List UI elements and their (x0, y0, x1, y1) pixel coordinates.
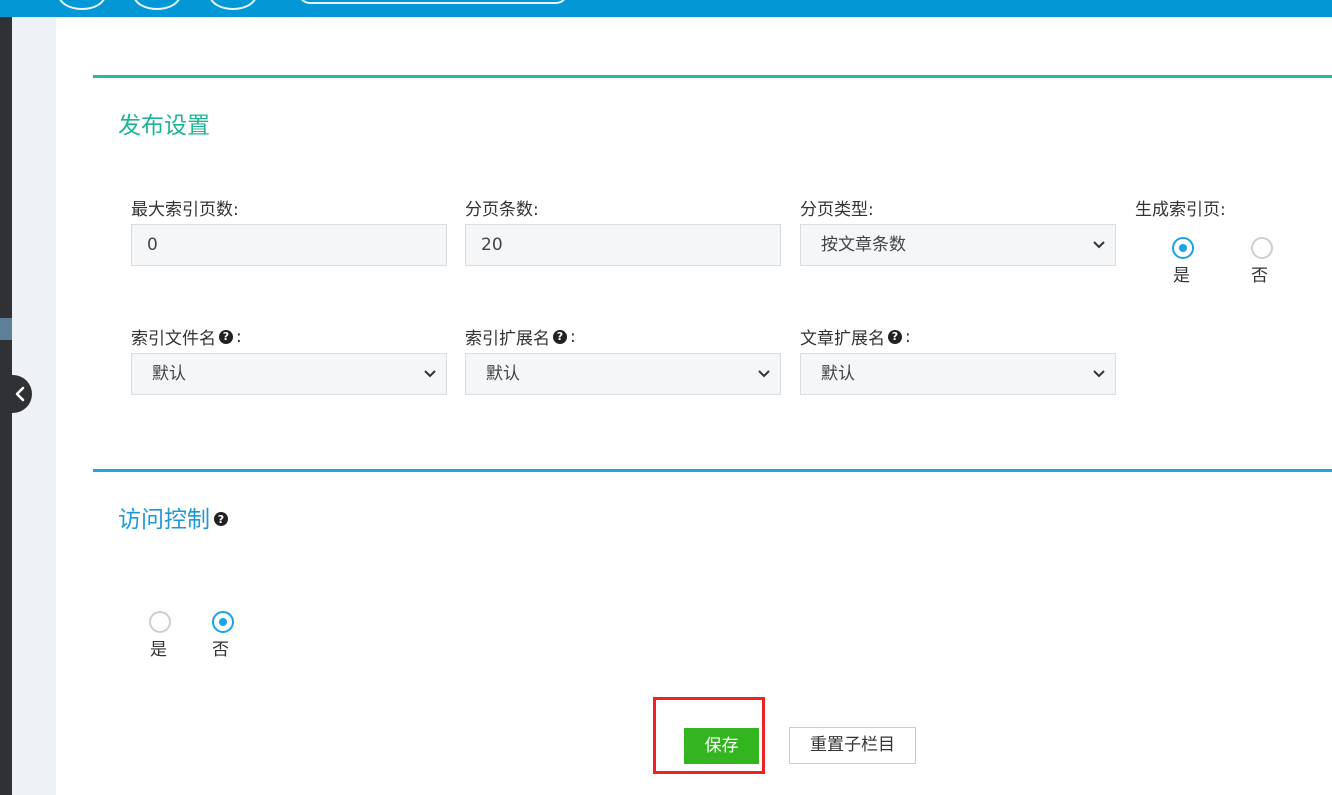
article-extension-label: 文章扩展名 ? : (800, 324, 911, 350)
access-section-divider (93, 469, 1332, 472)
generate-index-no-radio[interactable] (1251, 237, 1273, 259)
save-button[interactable]: 保存 (684, 728, 759, 764)
label-colon: : (236, 326, 242, 347)
index-extension-value: 默认 (486, 364, 520, 384)
index-filename-select[interactable]: 默认 (131, 353, 447, 395)
generate-index-yes-label: 是 (1173, 266, 1190, 286)
access-control-title-text: 访问控制 (118, 507, 210, 533)
access-control-title: 访问控制 ? (118, 500, 228, 534)
label-colon: : (905, 326, 911, 347)
sidebar-active-marker (0, 318, 12, 340)
header-icon-button[interactable] (58, 0, 106, 10)
access-control-no-radio[interactable] (212, 611, 234, 633)
top-header-bar (0, 0, 1332, 17)
header-icon-button[interactable] (133, 0, 181, 10)
pagination-type-select[interactable]: 按文章条数 (800, 224, 1116, 266)
access-control-yes-label: 是 (150, 640, 167, 660)
access-control-no-label: 否 (212, 640, 229, 660)
chevron-down-icon (1093, 370, 1105, 378)
pagination-type-value: 按文章条数 (821, 235, 906, 255)
pagination-type-label: 分页类型: (800, 200, 874, 220)
chevron-down-icon (1093, 241, 1105, 249)
generate-index-yes-radio[interactable] (1172, 237, 1194, 259)
article-extension-label-text: 文章扩展名 (800, 329, 885, 349)
index-filename-label: 索引文件名 ? : (131, 324, 242, 350)
label-colon: : (570, 326, 576, 347)
index-filename-label-text: 索引文件名 (131, 329, 216, 349)
article-extension-value: 默认 (821, 364, 855, 384)
items-per-page-label: 分页条数: (465, 200, 539, 220)
index-extension-label-text: 索引扩展名 (465, 329, 550, 349)
question-circle-icon[interactable]: ? (888, 329, 902, 344)
chevron-down-icon (424, 370, 436, 378)
header-search-input[interactable] (298, 0, 568, 4)
question-circle-icon[interactable]: ? (219, 329, 233, 344)
max-index-pages-label: 最大索引页数: (131, 200, 239, 220)
question-circle-icon[interactable]: ? (553, 329, 567, 344)
chevron-down-icon (758, 370, 770, 378)
max-index-pages-input[interactable]: 0 (131, 224, 447, 266)
items-per-page-input[interactable]: 20 (465, 224, 781, 266)
index-extension-label: 索引扩展名 ? : (465, 324, 576, 350)
index-filename-value: 默认 (152, 364, 186, 384)
header-icon-button[interactable] (209, 0, 257, 10)
generate-index-no-label: 否 (1251, 266, 1268, 286)
publish-settings-title: 发布设置 (118, 113, 210, 139)
chevron-left-icon (15, 386, 25, 402)
generate-index-page-label: 生成索引页: (1135, 200, 1226, 220)
index-extension-select[interactable]: 默认 (465, 353, 781, 395)
article-extension-select[interactable]: 默认 (800, 353, 1116, 395)
reset-subcolumn-button[interactable]: 重置子栏目 (789, 727, 916, 764)
publish-section-divider (93, 75, 1332, 78)
question-circle-icon[interactable]: ? (214, 512, 228, 526)
access-control-yes-radio[interactable] (149, 611, 171, 633)
